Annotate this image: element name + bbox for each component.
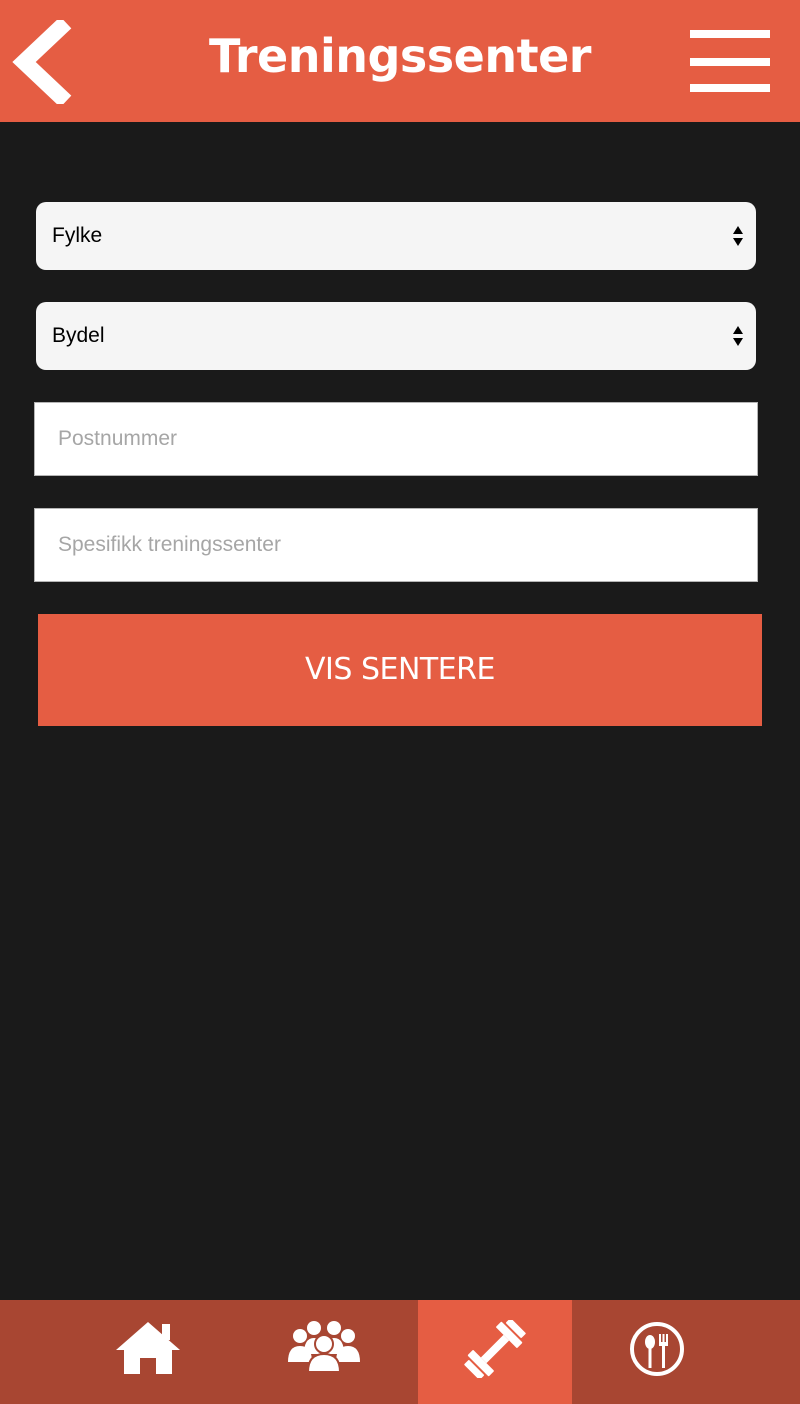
select-arrows-icon: [733, 326, 743, 346]
group-icon: [288, 1321, 360, 1373]
page-title: Treningssenter: [209, 29, 591, 83]
postal-code-input[interactable]: [34, 402, 758, 476]
hamburger-menu-icon: [690, 58, 770, 66]
home-icon: [116, 1322, 180, 1374]
nav-community[interactable]: [250, 1300, 400, 1404]
hamburger-menu-icon: [690, 84, 770, 92]
district-select-value: Bydel: [52, 324, 105, 347]
restaurant-icon: [630, 1322, 684, 1376]
bottom-navigation: [0, 1300, 800, 1404]
show-centers-button[interactable]: VIS SENTERE: [38, 614, 762, 726]
app-header: Treningssenter: [0, 0, 800, 122]
district-select[interactable]: Bydel: [36, 302, 756, 370]
hamburger-menu-icon: [690, 30, 770, 38]
nav-nutrition[interactable]: [592, 1300, 722, 1404]
nav-training-centers[interactable]: [418, 1300, 572, 1404]
gym-name-input[interactable]: [34, 508, 758, 582]
menu-button[interactable]: [688, 28, 772, 96]
nav-home[interactable]: [88, 1300, 208, 1404]
county-select[interactable]: Fylke: [36, 202, 756, 270]
select-arrows-icon: [733, 226, 743, 246]
county-select-value: Fylke: [52, 224, 103, 247]
dumbbell-icon: [464, 1320, 526, 1378]
